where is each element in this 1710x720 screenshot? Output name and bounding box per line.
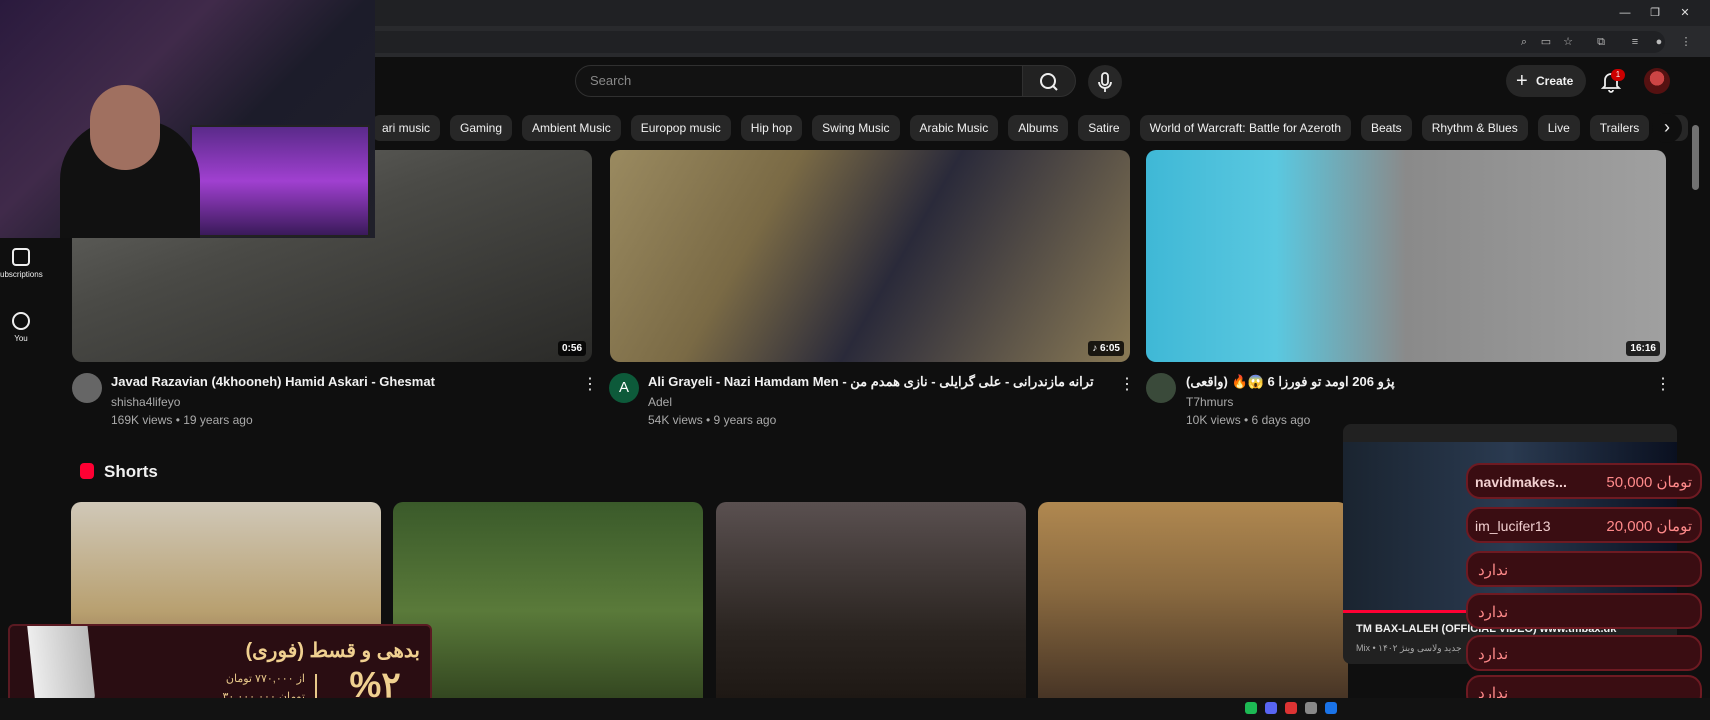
chip[interactable]: Beats: [1361, 115, 1412, 141]
plus-icon: +: [1516, 70, 1528, 92]
duration-badge: ♪ 6:05: [1088, 341, 1124, 356]
donation-amount: 50,000 تومان: [1606, 474, 1692, 491]
bookmark-star-icon[interactable]: ☆: [1559, 33, 1577, 51]
chrome-icon[interactable]: [1285, 702, 1297, 714]
chip[interactable]: Gaming: [450, 115, 513, 141]
chip[interactable]: Live: [1537, 115, 1580, 141]
filter-chips: ari music Gaming Ambient Music Europop m…: [372, 115, 1688, 141]
chevron-right-icon[interactable]: ›: [1652, 113, 1682, 143]
donor-name: navidmakes...: [1475, 474, 1567, 490]
chip[interactable]: ari music: [372, 115, 441, 141]
donation-alert: ندارد: [1466, 551, 1702, 587]
create-label: Create: [1536, 74, 1574, 88]
chip[interactable]: Hip hop: [740, 115, 803, 141]
donation-amount: ندارد: [1478, 646, 1509, 663]
search-icon: [1040, 73, 1058, 91]
nav-you[interactable]: You: [0, 312, 42, 343]
media-icon[interactable]: ≡: [1626, 33, 1644, 51]
chip[interactable]: Trailers: [1589, 115, 1650, 141]
channel-avatar[interactable]: A: [609, 373, 639, 403]
console-image: [24, 626, 96, 709]
cast-icon[interactable]: ▭: [1537, 33, 1555, 51]
shorts-heading: Shorts: [104, 462, 158, 481]
video-thumbnail[interactable]: 16:16: [1146, 150, 1666, 362]
nav-subscriptions[interactable]: ubscriptions: [0, 248, 43, 279]
page-scrollbar[interactable]: [1692, 125, 1699, 190]
miniplayer-subtitle: Mix • ۱۴۰۲ جدید ولاسی وینژ: [1356, 643, 1462, 653]
chip[interactable]: Satire: [1078, 115, 1130, 141]
more-options-icon[interactable]: ⋮: [1119, 377, 1135, 393]
channel-avatar[interactable]: [1146, 373, 1176, 403]
donation-amount: ندارد: [1478, 604, 1509, 621]
nav-label: ubscriptions: [0, 270, 43, 279]
donation-alert: ندارد: [1466, 593, 1702, 629]
short-thumbnail[interactable]: [1038, 502, 1348, 720]
app-icon[interactable]: [1325, 702, 1337, 714]
extensions-icon[interactable]: ⧉: [1592, 33, 1610, 51]
channel-name[interactable]: shisha4lifeyo: [111, 395, 180, 409]
donation-alert: ندارد: [1466, 635, 1702, 671]
promo-line1: از ۷۷۰,۰۰۰ تومان: [225, 673, 305, 685]
donation-alert: navidmakes... 50,000 تومان: [1466, 463, 1702, 499]
channel-name[interactable]: Adel: [648, 395, 672, 409]
promo-title: بدهی و قسط (فوری): [245, 640, 420, 662]
account-avatar[interactable]: [1644, 68, 1670, 94]
duration-badge: 0:56: [557, 341, 586, 356]
close-icon[interactable]: ✕: [1671, 3, 1699, 23]
background-shelf: [190, 125, 370, 237]
search-input[interactable]: Search: [575, 65, 1023, 97]
minimize-icon[interactable]: —: [1611, 3, 1639, 23]
app-icon[interactable]: [1305, 702, 1317, 714]
taskbar: [0, 698, 1710, 720]
restore-icon[interactable]: ❐: [1641, 3, 1669, 23]
video-meta: 54K views • 9 years ago: [648, 413, 777, 427]
chip[interactable]: Rhythm & Blues: [1421, 115, 1528, 141]
subscriptions-icon: [12, 248, 30, 266]
discord-icon[interactable]: [1265, 702, 1277, 714]
address-bar[interactable]: [360, 31, 1665, 53]
duration-badge: 16:16: [1626, 341, 1660, 356]
create-button[interactable]: + Create: [1506, 65, 1586, 97]
screen: — ❐ ✕ ⌕ ▭ ☆ ⧉ ≡ ● ⋮ Search + Create 1 ar…: [0, 0, 1710, 720]
donation-amount: 20,000 تومان: [1606, 518, 1692, 535]
more-options-icon[interactable]: ⋮: [582, 377, 598, 393]
channel-name[interactable]: T7hmurs: [1186, 395, 1233, 409]
video-meta: 169K views • 19 years ago: [111, 413, 253, 427]
chip[interactable]: Europop music: [630, 115, 731, 141]
video-title[interactable]: Ali Grayeli - Nazi Hamdam Men - ترانه ما…: [648, 374, 1094, 390]
video-title[interactable]: Javad Razavian (4khooneh) Hamid Askari -…: [111, 374, 435, 389]
donation-alert: im_lucifer13 20,000 تومان: [1466, 507, 1702, 543]
nav-label: You: [14, 334, 28, 343]
chip[interactable]: Ambient Music: [522, 115, 621, 141]
voice-search-button[interactable]: [1088, 65, 1122, 99]
short-thumbnail[interactable]: [716, 502, 1026, 720]
notification-badge: 1: [1611, 69, 1625, 81]
zoom-icon[interactable]: ⌕: [1515, 33, 1533, 51]
mic-icon: [1098, 72, 1112, 92]
spotify-icon[interactable]: [1245, 702, 1257, 714]
donation-amount: ندارد: [1478, 562, 1509, 579]
channel-avatar[interactable]: [72, 373, 102, 403]
chip[interactable]: Swing Music: [812, 115, 900, 141]
browser-menu-icon[interactable]: ⋮: [1677, 33, 1695, 51]
video-thumbnail[interactable]: ♪ 6:05: [610, 150, 1130, 362]
shorts-icon: [80, 463, 94, 479]
video-title[interactable]: پژو 206 اومد تو فورزا 6 😱🔥 (واقعی): [1186, 374, 1395, 390]
short-thumbnail[interactable]: [393, 502, 703, 720]
profile-icon[interactable]: ●: [1650, 33, 1668, 51]
donor-name: im_lucifer13: [1475, 518, 1551, 534]
webcam-overlay: [0, 0, 375, 238]
more-options-icon[interactable]: ⋮: [1655, 377, 1671, 393]
chip[interactable]: Arabic Music: [909, 115, 999, 141]
chip[interactable]: World of Warcraft: Battle for Azeroth: [1139, 115, 1351, 141]
search-button[interactable]: [1022, 65, 1076, 97]
chip[interactable]: Albums: [1008, 115, 1069, 141]
streamer-face: [90, 85, 160, 170]
video-meta: 10K views • 6 days ago: [1186, 413, 1311, 427]
user-icon: [12, 312, 30, 330]
